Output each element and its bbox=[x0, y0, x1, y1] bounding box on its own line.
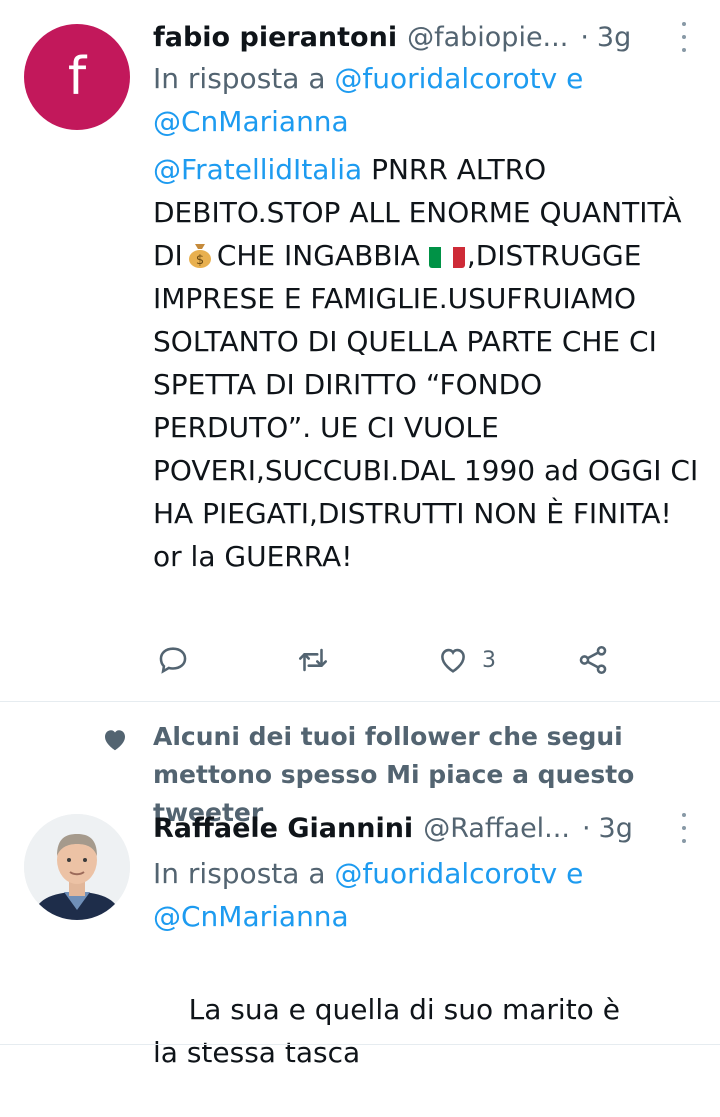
separator-dot: · bbox=[580, 21, 589, 53]
avatar-letter: f bbox=[67, 47, 87, 107]
reply-mention-cnmarianna[interactable]: @CnMarianna bbox=[153, 900, 349, 933]
avatar[interactable] bbox=[24, 814, 130, 920]
money-bag-emoji: $ bbox=[185, 238, 215, 268]
reply-conjunction: e bbox=[566, 857, 584, 890]
tweet-actions: 3 bbox=[153, 640, 623, 680]
tweet-text-body: La sua e quella di suo marito è la stess… bbox=[153, 993, 629, 1069]
like-count: 3 bbox=[482, 647, 496, 673]
share-button[interactable] bbox=[576, 640, 610, 680]
reply-mention-fuoridalcorotv[interactable]: @fuoridalcorotv bbox=[334, 857, 557, 890]
more-options-icon[interactable] bbox=[680, 22, 688, 52]
tweet-text-part-2: CHE INGABBIA bbox=[216, 239, 429, 272]
tweet-1[interactable]: f fabio pierantoni @fabiopie... · 3g In … bbox=[0, 0, 720, 700]
reply-context: In risposta a @fuoridalcorotv e @CnMaria… bbox=[153, 57, 690, 143]
display-name[interactable]: Raffaele Giannini bbox=[153, 813, 413, 844]
reply-context: In risposta a @fuoridalcorotv e @CnMaria… bbox=[153, 852, 690, 938]
reply-prefix: In risposta a bbox=[153, 62, 326, 95]
display-name[interactable]: fabio pierantoni bbox=[153, 22, 397, 53]
separator-dot: · bbox=[581, 812, 591, 844]
svg-text:$: $ bbox=[196, 253, 204, 268]
more-options-icon[interactable] bbox=[680, 813, 688, 843]
body-mention-fratellidi-italia[interactable]: @FratellidItalia bbox=[153, 153, 362, 186]
share-icon bbox=[579, 645, 607, 675]
heart-filled-icon bbox=[105, 730, 125, 751]
reply-button[interactable] bbox=[156, 640, 190, 680]
reply-prefix: In risposta a bbox=[153, 857, 326, 890]
reply-mention-cnmarianna[interactable]: @CnMarianna bbox=[153, 105, 349, 138]
reply-conjunction: e bbox=[566, 62, 584, 95]
retweet-icon bbox=[298, 648, 328, 672]
reply-icon bbox=[159, 647, 187, 674]
heart-icon bbox=[441, 648, 465, 673]
tweet-header: Raffaele Giannini @Raffael... · 3g bbox=[153, 808, 690, 848]
avatar-photo bbox=[24, 814, 130, 920]
reply-mention-fuoridalcorotv[interactable]: @fuoridalcorotv bbox=[334, 62, 557, 95]
italy-flag-emoji bbox=[428, 242, 465, 268]
tweet-header: fabio pierantoni @fabiopie... · 3g bbox=[153, 17, 690, 57]
avatar[interactable]: f bbox=[24, 24, 130, 130]
tweet-2[interactable]: Alcuni dei tuoi follower che segui metto… bbox=[0, 702, 720, 1069]
tweet-text-part-3: ,DISTRUGGE IMPRESE E FAMIGLIE.USUFRUIAMO… bbox=[153, 239, 708, 573]
tweet-text: La sua e quella di suo marito è la stess… bbox=[153, 945, 653, 1117]
like-button[interactable]: 3 bbox=[436, 640, 496, 680]
user-handle[interactable]: @fabiopie... bbox=[407, 22, 568, 53]
retweet-button[interactable] bbox=[296, 640, 330, 680]
timestamp[interactable]: 3g bbox=[599, 813, 633, 844]
tweet-divider bbox=[0, 1044, 720, 1045]
timestamp[interactable]: 3g bbox=[597, 22, 631, 53]
user-handle[interactable]: @Raffael... bbox=[423, 813, 570, 844]
tweet-text: @FratellidItalia PNRR ALTRO DEBITO.STOP … bbox=[153, 148, 709, 578]
